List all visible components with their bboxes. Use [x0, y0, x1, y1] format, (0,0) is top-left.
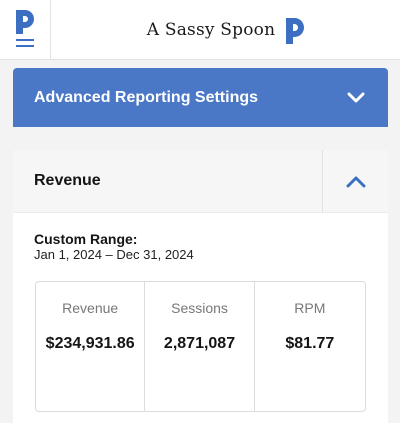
revenue-card-header: Revenue	[13, 150, 388, 213]
app-header: A Sassy Spoon	[0, 0, 400, 60]
stat-label: Sessions	[171, 300, 228, 316]
chevron-down-icon	[347, 92, 365, 102]
brand: A Sassy Spoon	[51, 0, 400, 60]
custom-range-label: Custom Range:	[34, 231, 138, 247]
advanced-reporting-settings-toggle[interactable]: Advanced Reporting Settings	[13, 68, 388, 127]
custom-range-value: Jan 1, 2024 – Dec 31, 2024	[34, 247, 194, 262]
revenue-card: Revenue Custom Range: Jan 1, 2024 – Dec …	[13, 150, 388, 423]
stat-value: $81.77	[285, 335, 335, 352]
stat-revenue: Revenue $234,931.86	[36, 282, 146, 411]
chevron-up-icon	[346, 176, 366, 188]
menu-button[interactable]	[0, 0, 51, 60]
stat-value: $234,931.86	[45, 335, 135, 352]
stat-sessions: Sessions 2,871,087	[145, 282, 255, 411]
hamburger-line	[16, 39, 34, 41]
stat-value: 2,871,087	[163, 335, 236, 352]
revenue-card-title: Revenue	[34, 172, 101, 189]
advanced-settings-title: Advanced Reporting Settings	[34, 88, 259, 106]
site-name: A Sassy Spoon	[146, 20, 276, 40]
stat-label: Revenue	[62, 300, 119, 316]
stat-label: RPM	[294, 300, 326, 316]
revenue-stats-table: Revenue $234,931.86 Sessions 2,871,087 R…	[35, 281, 366, 412]
collapse-revenue-button[interactable]	[322, 150, 388, 213]
hamburger-line	[16, 45, 34, 47]
p-logo-icon	[286, 18, 305, 44]
p-logo-icon	[16, 10, 34, 34]
stat-rpm: RPM $81.77	[255, 282, 365, 411]
